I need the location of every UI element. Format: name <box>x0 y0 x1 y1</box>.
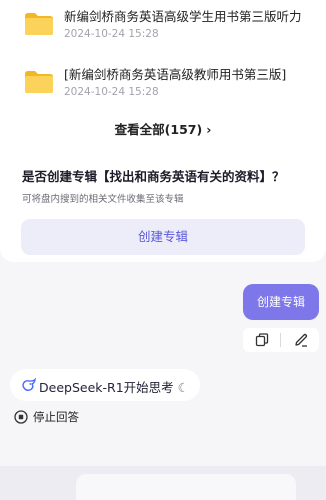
file-name: [新编剑桥商务英语高级教师用书第三版] <box>64 67 287 82</box>
file-item[interactable]: [新编剑桥商务英语高级教师用书第三版] 2024-10-24 15:28 <box>24 64 314 108</box>
folder-icon <box>25 13 53 35</box>
stop-answer-label: 停止回答 <box>33 410 79 424</box>
chevron-right-icon: › <box>206 122 212 137</box>
bottom-input-area <box>0 466 326 500</box>
edit-icon[interactable] <box>293 332 309 348</box>
stop-icon <box>14 410 28 424</box>
copy-icon[interactable] <box>254 332 270 348</box>
view-all-label: 查看全部(157) <box>114 122 203 137</box>
create-album-button[interactable]: 创建专辑 <box>21 219 305 255</box>
divider <box>280 333 281 347</box>
input-container[interactable] <box>76 474 296 500</box>
message-actions <box>243 328 319 352</box>
loading-moon-icon: ☾ <box>177 380 189 395</box>
file-item[interactable]: 新编剑桥商务英语高级学生用书第三版听力 2024-10-24 15:28 <box>24 6 314 50</box>
create-album-question: 是否创建专辑【找出和商务英语有关的资料】？ <box>22 169 285 184</box>
file-timestamp: 2024-10-24 15:28 <box>64 86 159 98</box>
view-all-link[interactable]: 查看全部(157) › <box>0 119 326 138</box>
folder-icon <box>25 71 53 93</box>
user-message-bubble: 创建专辑 <box>243 284 319 320</box>
assistant-status-pill: DeepSeek-R1开始思考 ☾ <box>10 369 200 401</box>
file-timestamp: 2024-10-24 15:28 <box>64 28 159 40</box>
assistant-status-text: DeepSeek-R1开始思考 ☾ <box>39 380 189 395</box>
create-album-subtitle: 可将盘内搜到的相关文件收集至该专辑 <box>22 194 184 205</box>
file-name: 新编剑桥商务英语高级学生用书第三版听力 <box>64 9 302 24</box>
deepseek-logo-icon <box>22 378 36 391</box>
search-results-panel: 新编剑桥商务英语高级学生用书第三版听力 2024-10-24 15:28 [新编… <box>0 0 326 262</box>
